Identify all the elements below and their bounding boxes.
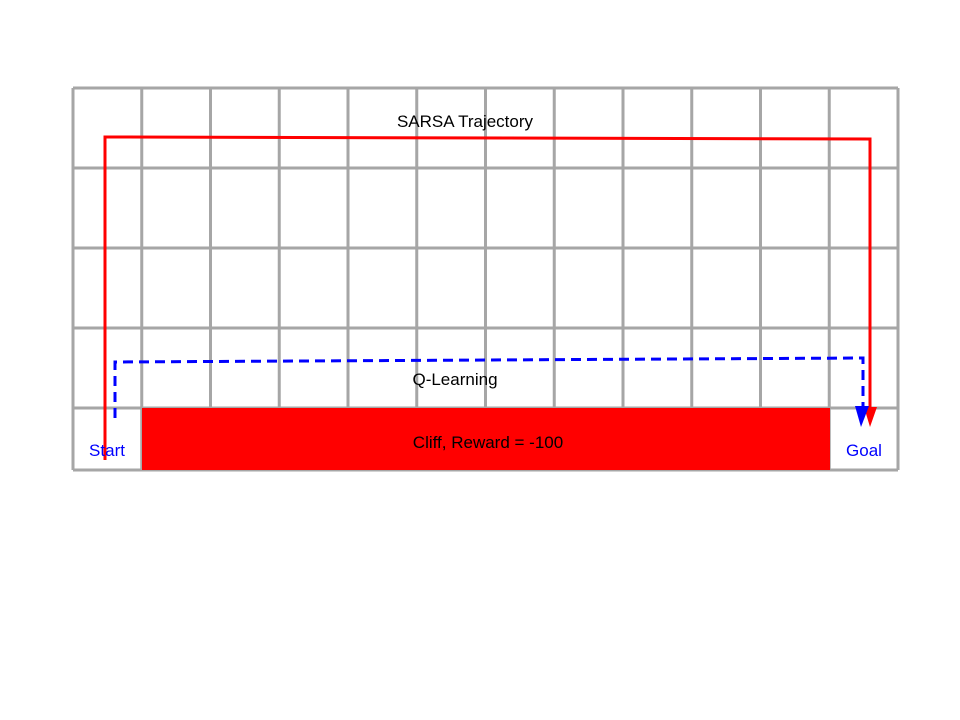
cliff-label: Cliff, Reward = -100: [413, 433, 563, 452]
cliff-walking-diagram: SARSA Trajectory Q-Learning Cliff, Rewar…: [71, 86, 900, 472]
qlearning-label: Q-Learning: [412, 370, 497, 389]
sarsa-label: SARSA Trajectory: [397, 112, 534, 131]
goal-label: Goal: [846, 441, 882, 460]
start-label: Start: [89, 441, 125, 460]
